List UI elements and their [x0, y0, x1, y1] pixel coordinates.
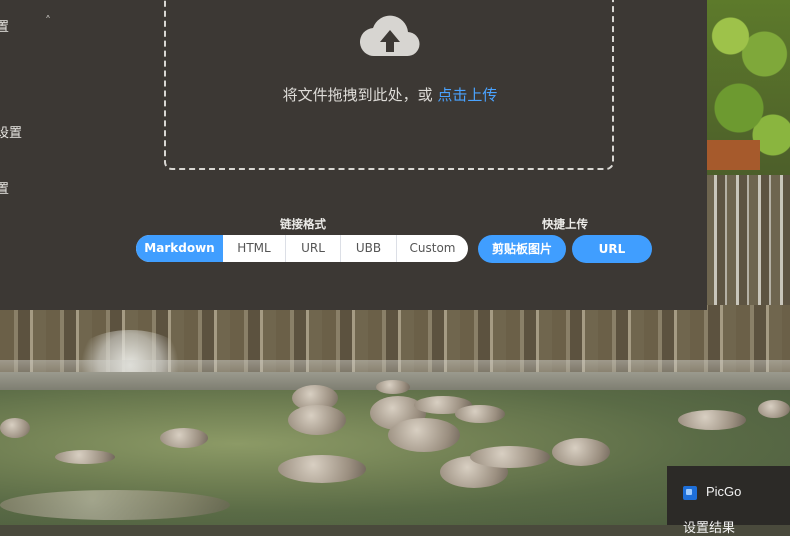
picgo-app-icon: [683, 486, 697, 500]
link-format-selector: Markdown HTML URL UBB Custom: [136, 235, 468, 262]
click-to-upload-link[interactable]: 点击上传: [437, 86, 497, 104]
sidebar-item-setting-2[interactable]: 设置: [0, 122, 22, 141]
quick-upload-title: 快捷上传: [542, 217, 588, 231]
format-option-html[interactable]: HTML: [223, 235, 286, 262]
format-option-url[interactable]: URL: [286, 235, 341, 262]
format-option-custom[interactable]: Custom: [397, 235, 468, 262]
sidebar-item-label: 设置: [0, 126, 23, 141]
clipboard-upload-button[interactable]: 剪贴板图片: [478, 235, 566, 263]
format-option-ubb[interactable]: UBB: [341, 235, 397, 262]
cloud-upload-icon: [360, 15, 420, 57]
sidebar-item-settings-group[interactable]: 置: [0, 16, 9, 35]
sidebar-item-label: 置: [0, 182, 10, 197]
main-window: 置 ˄ 设置 置 将文件拖拽到此处，或 点击上传 链接格式 Markdown H…: [0, 0, 707, 310]
sidebar-item-label: 置: [0, 20, 10, 35]
upload-prompt-text: 将文件拖拽到此处，或: [282, 86, 433, 104]
tray-app-name: PicGo: [706, 484, 742, 499]
tray-menu-item-settings[interactable]: 设置结果: [683, 517, 735, 536]
tray-menu: PicGo 设置结果: [667, 466, 790, 536]
url-upload-button[interactable]: URL: [572, 235, 652, 263]
sidebar-item-setting-3[interactable]: 置: [0, 178, 9, 197]
chevron-up-icon[interactable]: ˄: [45, 14, 51, 28]
upload-prompt: 将文件拖拽到此处，或 点击上传: [0, 84, 780, 105]
format-option-markdown[interactable]: Markdown: [136, 235, 223, 262]
link-format-title: 链接格式: [280, 217, 326, 231]
